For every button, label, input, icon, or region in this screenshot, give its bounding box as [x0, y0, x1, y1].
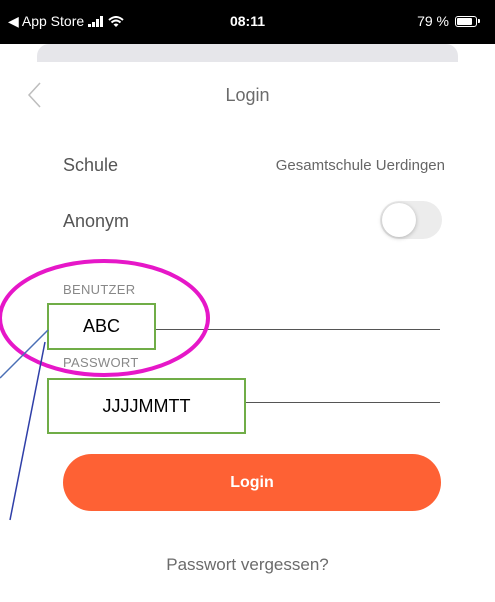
forgot-password-link[interactable]: Passwort vergessen?: [0, 555, 495, 575]
password-value: JJJJMMTT: [102, 395, 191, 416]
login-button-label: Login: [230, 473, 274, 491]
toggle-knob: [382, 203, 416, 237]
password-label: PASSWORT: [63, 355, 139, 370]
page-title: Login: [225, 85, 270, 105]
login-button[interactable]: Login: [63, 454, 441, 511]
username-label: BENUTZER: [63, 282, 136, 297]
anonym-label: Anonym: [63, 211, 130, 231]
username-value: ABC: [82, 316, 120, 336]
status-bar: ◀ App Store 08:11 79 %: [0, 0, 495, 44]
username-annotation: ABC: [47, 303, 156, 350]
school-value[interactable]: Gesamtschule Uerdingen: [276, 157, 445, 174]
anonym-toggle[interactable]: [380, 201, 442, 239]
password-annotation: JJJJMMTT: [47, 378, 246, 434]
school-label: Schule: [63, 155, 119, 175]
battery-status: 79 %: [417, 13, 480, 29]
battery-icon: [455, 15, 480, 27]
battery-percent: 79 %: [417, 13, 449, 29]
